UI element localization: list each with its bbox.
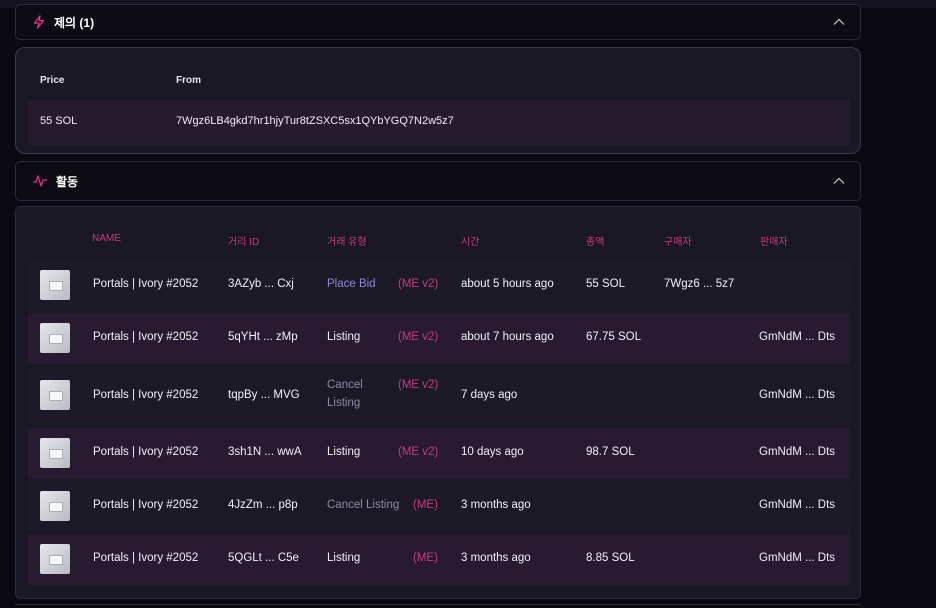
offer-row[interactable]: 55 SOL 7Wgz6LB4gkd7hr1hjyTur8tZSXC5sx1QY… <box>28 100 850 145</box>
row-type: Listing <box>327 331 361 343</box>
table-row[interactable]: Portals | Ivory #2052 5qYHt ... zMp List… <box>28 313 850 364</box>
lightning-icon <box>32 15 46 29</box>
row-type: Listing <box>327 552 361 564</box>
row-time: 3 months ago <box>461 552 531 564</box>
row-name[interactable]: Portals | Ivory #2052 <box>93 446 198 458</box>
row-name[interactable]: Portals | Ivory #2052 <box>93 331 198 343</box>
divider <box>15 604 861 608</box>
row-type: Listing <box>327 446 361 458</box>
nft-thumbnail[interactable] <box>40 491 70 521</box>
table-row[interactable]: Portals | Ivory #2052 3sh1N ... wwA List… <box>28 428 850 479</box>
row-name[interactable]: Portals | Ivory #2052 <box>93 389 198 401</box>
col-time: 시간 <box>461 237 480 248</box>
nft-thumbnail[interactable] <box>40 380 70 410</box>
nft-thumbnail[interactable] <box>40 544 70 574</box>
row-time: 10 days ago <box>461 446 524 458</box>
col-tx-id: 거리 ID <box>228 237 260 248</box>
row-time: about 7 hours ago <box>461 331 554 343</box>
row-type: Place Bid <box>327 278 376 290</box>
row-amount: 67.75 SOL <box>586 331 641 343</box>
offers-col-from: From <box>176 75 201 86</box>
col-tx-type: 거래 유형 <box>327 237 367 248</box>
table-row[interactable]: Portals | Ivory #2052 tqpBy ... MVG Canc… <box>28 366 850 426</box>
row-tx-id[interactable]: 5qYHt ... zMp <box>228 331 298 343</box>
col-amount: 총액 <box>586 237 605 248</box>
row-type: Cancel Listing <box>327 499 400 511</box>
nft-thumbnail[interactable] <box>40 438 70 468</box>
row-type: Cancel <box>327 379 363 391</box>
table-row[interactable]: Portals | Ivory #2052 3AZyb ... Cxj Plac… <box>28 260 850 311</box>
row-seller[interactable]: GmNdM ... Dts <box>759 389 835 401</box>
row-source: (ME v2) <box>398 278 439 290</box>
row-source: (ME) <box>413 499 438 511</box>
table-row[interactable]: Portals | Ivory #2052 5QGLt ... C5e List… <box>28 534 850 585</box>
row-tx-id[interactable]: tqpBy ... MVG <box>228 389 300 401</box>
row-time: 3 months ago <box>461 499 531 511</box>
offer-from-address[interactable]: 7Wgz6LB4gkd7hr1hjyTur8tZSXC5sx1QYbYGQ7N2… <box>176 115 454 127</box>
pulse-icon <box>32 174 48 188</box>
row-type-line2: Listing <box>327 397 361 409</box>
row-tx-id[interactable]: 3sh1N ... wwA <box>228 446 302 458</box>
offers-table: Price From 55 SOL 7Wgz6LB4gkd7hr1hjyTur8… <box>15 47 861 154</box>
col-seller: 판매자 <box>760 237 788 248</box>
row-tx-id[interactable]: 3AZyb ... Cxj <box>228 278 294 290</box>
row-source: (ME v2) <box>398 446 439 458</box>
row-name[interactable]: Portals | Ivory #2052 <box>93 552 198 564</box>
offers-col-price: Price <box>40 75 65 86</box>
row-time: 7 days ago <box>461 389 518 401</box>
row-amount: 98.7 SOL <box>586 446 635 458</box>
row-name[interactable]: Portals | Ivory #2052 <box>93 278 198 290</box>
row-tx-id[interactable]: 5QGLt ... C5e <box>228 552 299 564</box>
row-source: (ME v2) <box>398 379 439 391</box>
table-row[interactable]: Portals | Ivory #2052 4JzZm ... p8p Canc… <box>28 481 850 532</box>
row-buyer[interactable]: 7Wgz6 ... 5z7 <box>664 278 734 290</box>
offers-title: 제의 (1) <box>54 15 95 30</box>
offers-panel-header[interactable]: 제의 (1) <box>15 4 861 40</box>
chevron-up-icon[interactable] <box>832 15 846 33</box>
row-seller[interactable]: GmNdM ... Dts <box>759 331 835 343</box>
activity-title: 활동 <box>56 174 79 189</box>
col-name: NAME <box>92 233 121 244</box>
activity-panel-header[interactable]: 활동 <box>15 161 861 201</box>
offer-price: 55 SOL <box>40 115 78 127</box>
row-amount: 55 SOL <box>586 278 625 290</box>
row-name[interactable]: Portals | Ivory #2052 <box>93 499 198 511</box>
row-seller[interactable]: GmNdM ... Dts <box>759 552 835 564</box>
col-buyer: 구매자 <box>664 237 692 248</box>
nft-thumbnail[interactable] <box>40 323 70 353</box>
nft-thumbnail[interactable] <box>40 270 70 300</box>
row-seller[interactable]: GmNdM ... Dts <box>759 499 835 511</box>
row-amount: 8.85 SOL <box>586 552 635 564</box>
row-source: (ME v2) <box>398 331 439 343</box>
row-seller[interactable]: GmNdM ... Dts <box>759 446 835 458</box>
chevron-up-icon[interactable] <box>832 174 846 192</box>
activity-table: NAME 거리 ID 거래 유형 시간 총액 구매자 판매자 Portals |… <box>15 206 861 599</box>
row-time: about 5 hours ago <box>461 278 554 290</box>
row-tx-id[interactable]: 4JzZm ... p8p <box>228 499 298 511</box>
row-source: (ME) <box>413 552 438 564</box>
